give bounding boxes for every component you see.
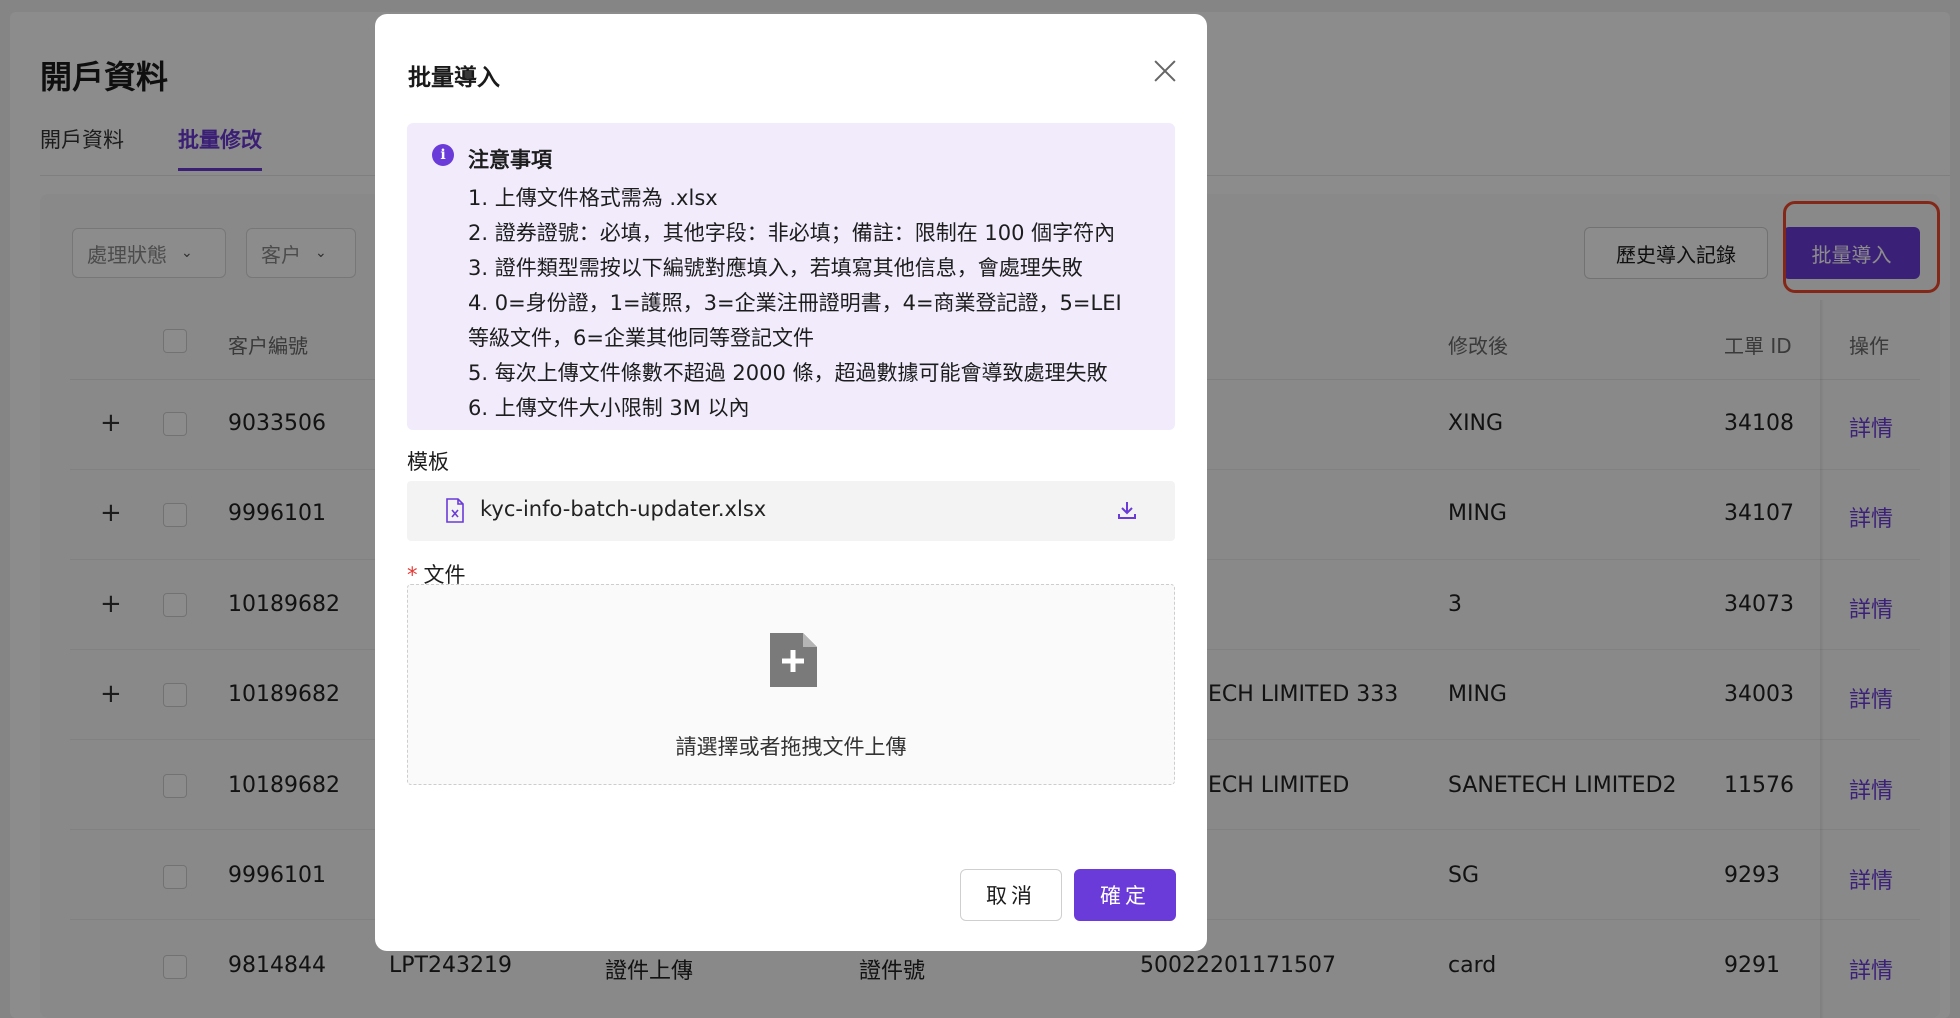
notice-box: i 注意事項 1. 上傳文件格式需為 .xlsx 2. 證券證號：必填，其他字段… (407, 123, 1175, 430)
template-label: 模板 (407, 450, 449, 474)
notice-line: 等級文件，6=企業其他同等登記文件 (468, 326, 814, 350)
cancel-button[interactable]: 取消 (960, 869, 1062, 921)
excel-file-icon (446, 498, 464, 523)
dropzone-text: 請選擇或者拖拽文件上傳 (675, 735, 907, 759)
close-icon[interactable] (1150, 56, 1180, 86)
info-icon: i (432, 144, 454, 166)
upload-file-icon (770, 633, 817, 687)
notice-line: 2. 證券證號：必填，其他字段：非必填；備註：限制在 100 個字符內 (468, 221, 1116, 245)
upload-dropzone[interactable]: 請選擇或者拖拽文件上傳 (407, 584, 1175, 785)
notice-line: 3. 證件類型需按以下編號對應填入，若填寫其他信息，會處理失敗 (468, 256, 1083, 280)
notice-title: 注意事項 (468, 148, 552, 172)
modal-title: 批量導入 (408, 65, 500, 91)
notice-line: 5. 每次上傳文件條數不超過 2000 條，超過數據可能會導致處理失敗 (468, 361, 1108, 385)
notice-line: 4. 0=身份證，1=護照，3=企業注冊證明書，4=商業登記證，5=LEI (468, 291, 1122, 315)
notice-line: 6. 上傳文件大小限制 3M 以內 (468, 396, 750, 420)
template-file-row[interactable]: kyc-info-batch-updater.xlsx (407, 481, 1175, 541)
batch-import-modal: 批量導入 i 注意事項 1. 上傳文件格式需為 .xlsx 2. 證券證號：必填… (375, 14, 1207, 951)
download-icon[interactable] (1115, 498, 1139, 522)
notice-list: 1. 上傳文件格式需為 .xlsx 2. 證券證號：必填，其他字段：非必填；備註… (468, 181, 1168, 426)
template-file-name[interactable]: kyc-info-batch-updater.xlsx (480, 497, 766, 521)
confirm-button[interactable]: 確定 (1074, 869, 1176, 921)
notice-line: 1. 上傳文件格式需為 .xlsx (468, 186, 718, 210)
